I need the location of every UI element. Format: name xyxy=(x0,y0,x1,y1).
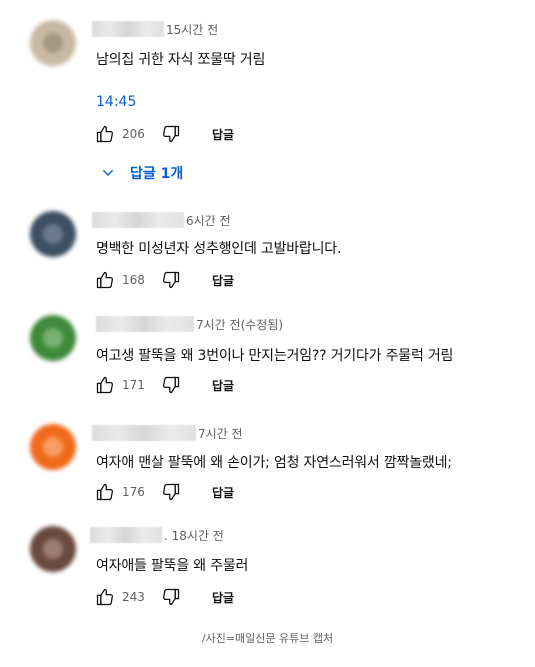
redacted-username xyxy=(92,21,164,37)
comment-text: 남의집 귀한 자식 쪼물딱 거림 xyxy=(96,52,266,68)
thumbs-down-icon[interactable] xyxy=(160,481,182,503)
avatar[interactable] xyxy=(30,424,76,470)
reply-button[interactable]: 답글 xyxy=(212,377,234,394)
comment-meta: 7시간 전 xyxy=(92,424,243,442)
redacted-username xyxy=(90,527,162,543)
redacted-username xyxy=(96,316,194,332)
thumbs-down-icon[interactable] xyxy=(160,374,182,396)
redacted-username xyxy=(92,212,184,228)
thumbs-down-icon[interactable] xyxy=(160,586,182,608)
replies-count-label: 답글 1개 xyxy=(130,166,184,182)
timestamp-link[interactable]: 14:45 xyxy=(96,94,136,110)
reply-button[interactable]: 답글 xyxy=(212,589,234,606)
comment-actions: 206 답글 xyxy=(94,122,234,146)
photo-caption: /사진=매일신문 유튜브 캡처 xyxy=(201,632,334,645)
like-count: 176 xyxy=(122,485,145,499)
reply-button[interactable]: 답글 xyxy=(212,272,234,289)
avatar[interactable] xyxy=(30,526,76,572)
avatar[interactable] xyxy=(30,20,76,66)
like-count: 243 xyxy=(122,590,145,604)
reply-button[interactable]: 답글 xyxy=(212,484,234,501)
comment-text: 여자애들 팔뚝을 왜 주물러 xyxy=(96,558,249,574)
comment-meta: 7시간 전(수정됨) xyxy=(96,315,283,333)
redacted-username xyxy=(92,425,196,441)
comment-time: 7시간 전 xyxy=(198,426,243,441)
thumbs-up-icon[interactable] xyxy=(94,586,116,608)
thumbs-up-icon[interactable] xyxy=(94,123,116,145)
comment-meta: . 18시간 전 xyxy=(90,526,224,544)
like-count: 168 xyxy=(122,273,145,287)
comment-meta: 6시간 전 xyxy=(92,211,231,229)
like-count: 171 xyxy=(122,378,145,392)
comment-actions: 176 답글 xyxy=(94,480,234,504)
chevron-down-icon xyxy=(102,169,114,176)
thumbs-up-icon[interactable] xyxy=(94,269,116,291)
thumbs-down-icon[interactable] xyxy=(160,269,182,291)
comment-time: . 18시간 전 xyxy=(164,528,224,543)
thumbs-up-icon[interactable] xyxy=(94,374,116,396)
comment-actions: 243 답글 xyxy=(94,585,234,609)
comment-time: 15시간 전 xyxy=(166,22,219,37)
comment-text: 명백한 미성년자 성추행인데 고발바랍니다. xyxy=(96,241,342,257)
comment-actions: 171 답글 xyxy=(94,373,234,397)
thumbs-up-icon[interactable] xyxy=(94,481,116,503)
comment-text: 여고생 팔뚝을 왜 3번이나 만지는거임?? 거기다가 주물럭 거림 xyxy=(96,348,454,364)
reply-button[interactable]: 답글 xyxy=(212,126,234,143)
comment-time: 7시간 전(수정됨) xyxy=(196,317,284,332)
avatar[interactable] xyxy=(30,315,76,361)
comment-time: 6시간 전 xyxy=(186,213,231,228)
avatar[interactable] xyxy=(30,211,76,257)
show-replies-button[interactable]: 답글 1개 xyxy=(100,163,183,183)
comment-meta: 15시간 전 xyxy=(92,20,218,38)
comment-text: 여자애 맨살 팔뚝에 왜 손이가; 엄청 자연스러워서 깜짝놀랬네; xyxy=(96,455,452,471)
comment-actions: 168 답글 xyxy=(94,268,234,292)
thumbs-down-icon[interactable] xyxy=(160,123,182,145)
like-count: 206 xyxy=(122,127,145,141)
